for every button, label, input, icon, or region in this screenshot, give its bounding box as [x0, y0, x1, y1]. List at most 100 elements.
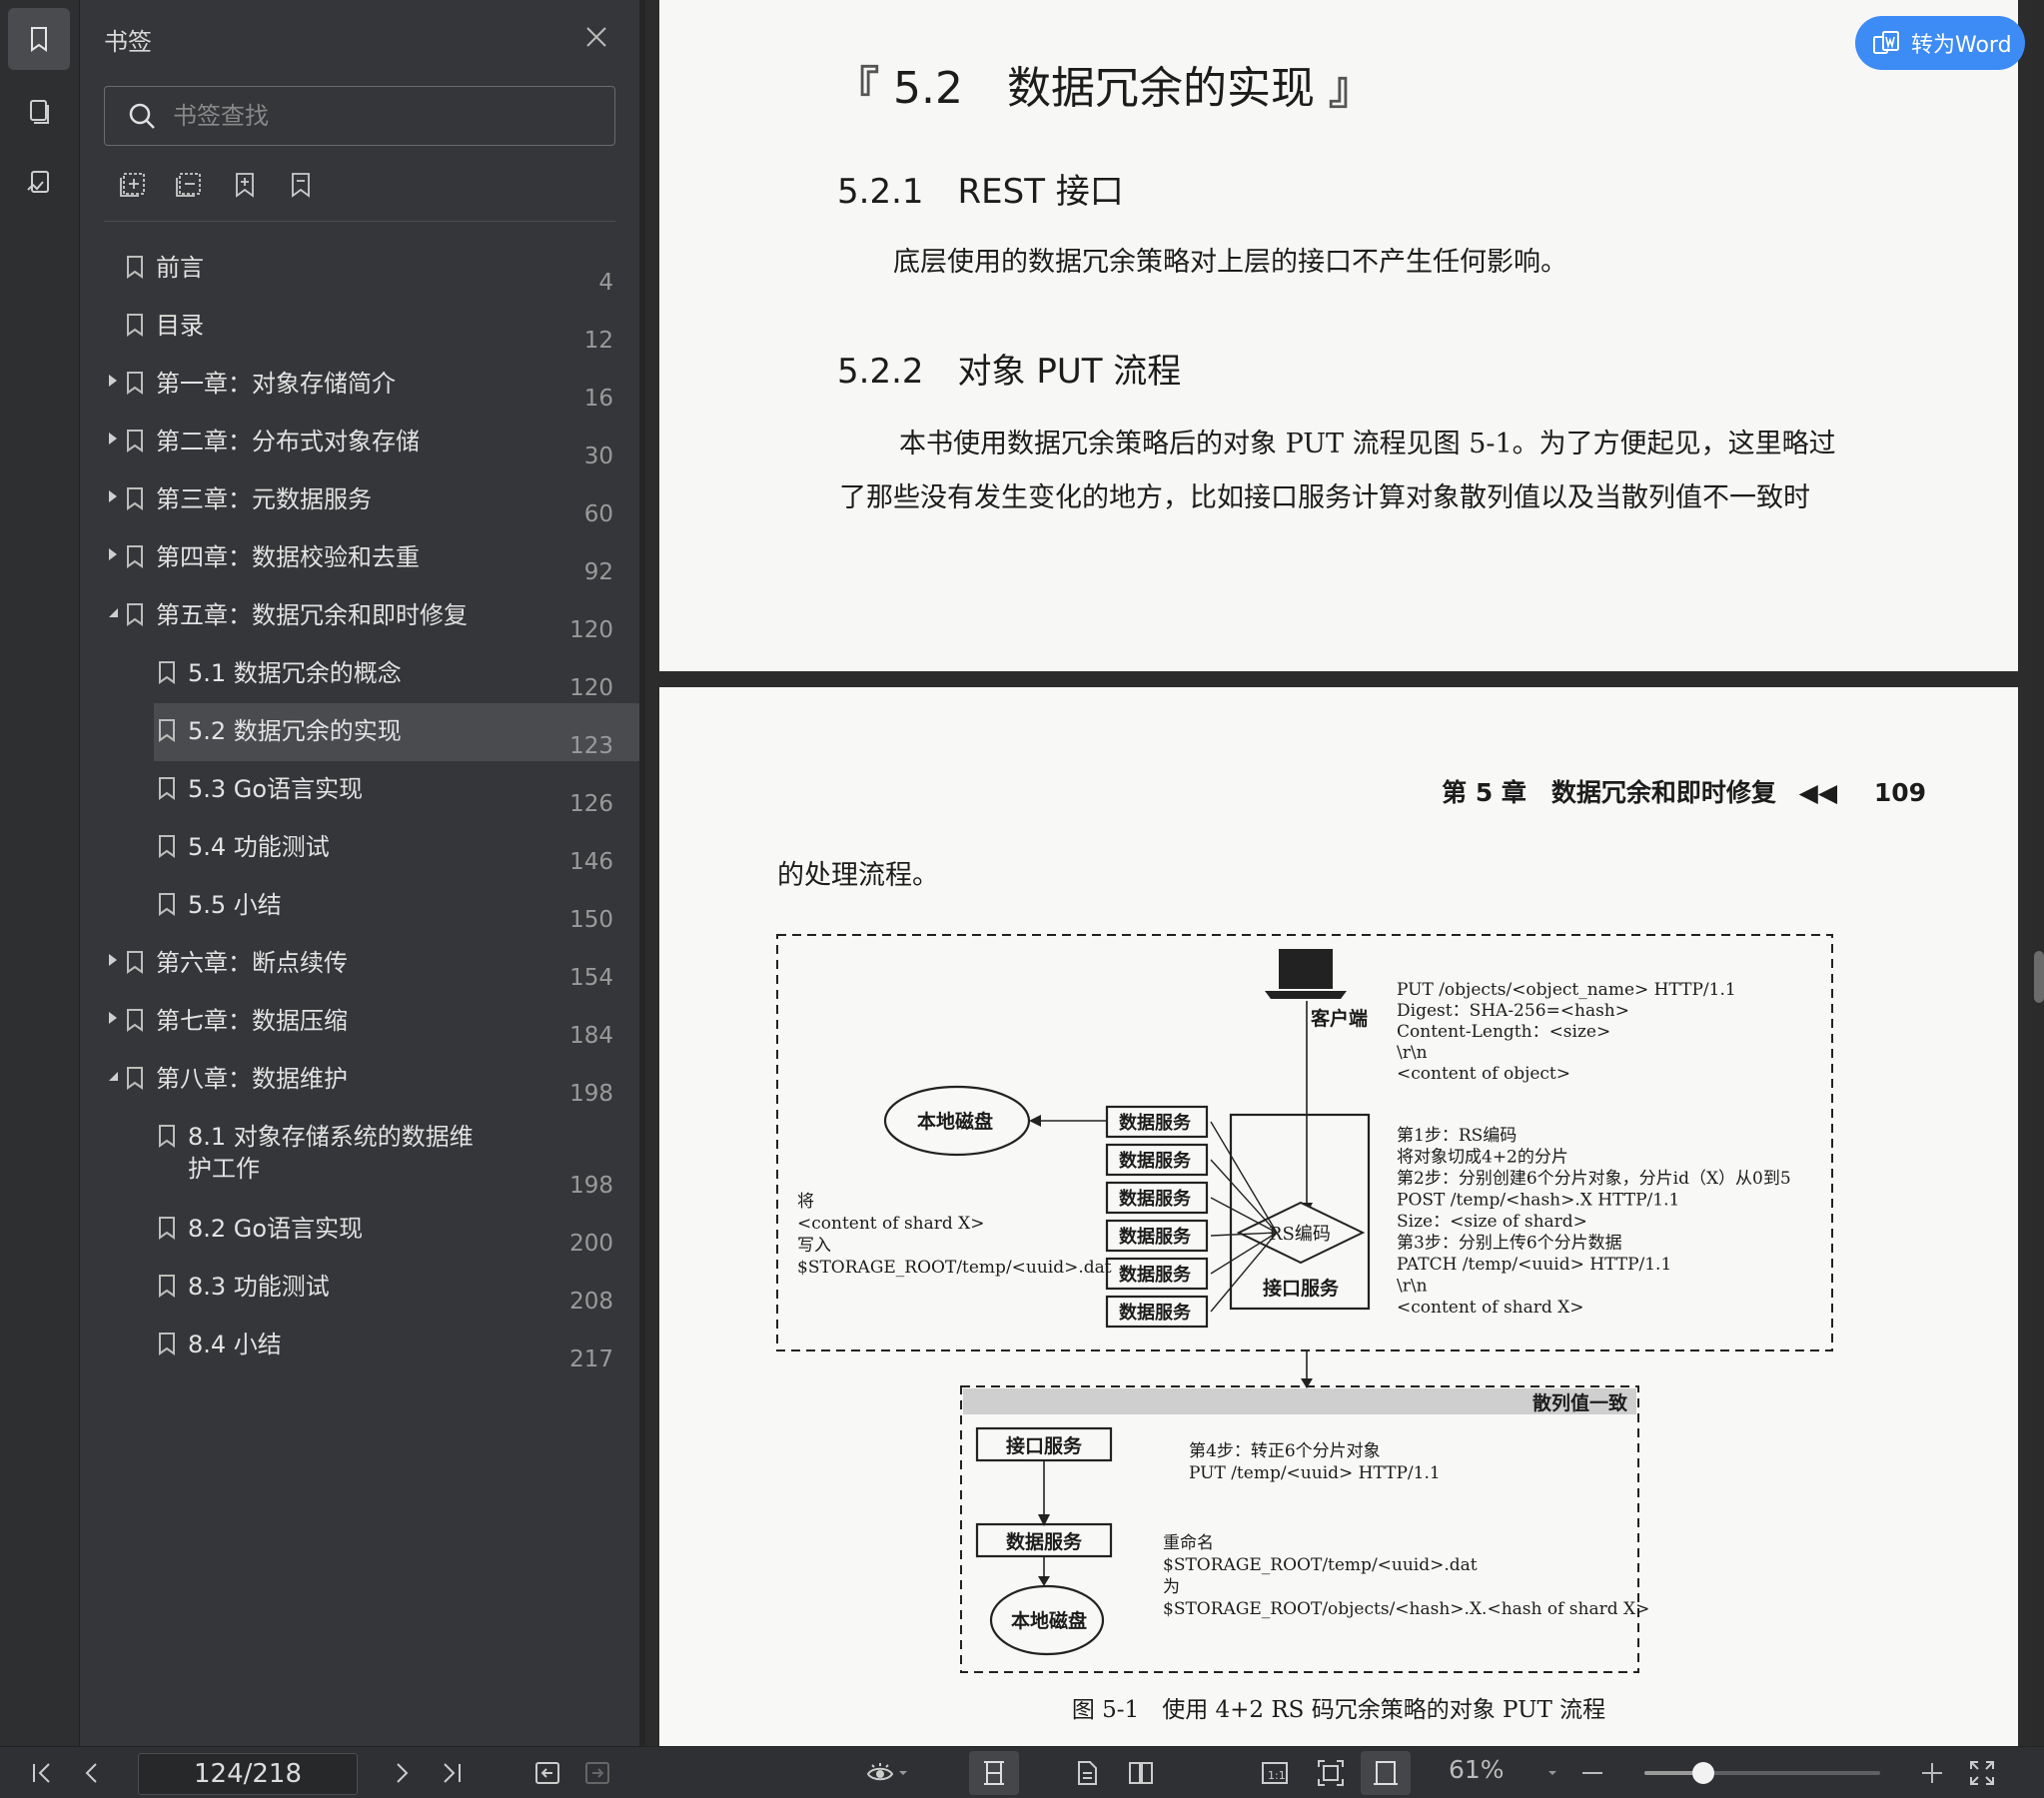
bookmark-icon	[159, 1125, 175, 1148]
bookmark-label: 8.2 Go语言实现	[188, 1215, 364, 1243]
back-icon	[535, 1762, 559, 1784]
bookmark-item[interactable]: 5.5 小结 150	[80, 877, 639, 935]
bookmark-icon	[127, 314, 143, 337]
bookmark-toolbar	[104, 170, 615, 222]
bookmark-list: 前言 4 目录 12 第一章：对象存储简介 16 第二章：分布式对象存储 30 第三章：元数据服…	[80, 240, 647, 1374]
bookmark-search[interactable]	[104, 86, 615, 146]
convert-to-word-label: 转为Word	[1911, 33, 2012, 58]
thumbnail-tab-button[interactable]	[8, 80, 70, 142]
add-bookmark-icon	[236, 173, 254, 198]
back-button[interactable]	[531, 1757, 563, 1789]
bookmark-page-number: 154	[569, 965, 613, 991]
annotation-icon	[27, 171, 49, 193]
bookmark-item[interactable]: 5.4 功能测试 146	[80, 819, 639, 877]
diagram-text-line: <content of object>	[1397, 1064, 1570, 1084]
bookmark-item[interactable]: 第五章：数据冗余和即时修复 120	[80, 587, 639, 645]
api-service-label-lower: 接口服务	[1006, 1434, 1083, 1457]
document-scrollbar[interactable]	[2034, 951, 2044, 1003]
fit-page-button[interactable]	[1315, 1757, 1347, 1789]
diagram-text-line: POST /temp/<hash>.X HTTP/1.1	[1397, 1191, 1679, 1211]
zoom-slider[interactable]	[1644, 1762, 1880, 1784]
caret-right-icon[interactable]	[106, 374, 120, 388]
bookmark-page-number: 120	[569, 675, 613, 701]
collapse-all-button[interactable]	[174, 170, 204, 200]
diagram-text-line: $STORAGE_ROOT/temp/<uuid>.dat	[1163, 1555, 1478, 1575]
figure-caption: 图 5-1 使用 4+2 RS 码冗余策略的对象 PUT 流程	[1071, 1697, 1606, 1723]
diagram-text-line: 为	[1163, 1577, 1180, 1597]
collapse-all-icon	[176, 173, 201, 197]
bookmark-item[interactable]: 8.2 Go语言实现 200	[80, 1201, 639, 1259]
page-number-input[interactable]: 124/218	[138, 1753, 358, 1795]
bookmark-item[interactable]: 第三章：元数据服务 60	[80, 471, 639, 529]
bookmark-item[interactable]: 第二章：分布式对象存储 30	[80, 414, 639, 471]
forward-button[interactable]	[581, 1757, 613, 1789]
bookmark-item[interactable]: 第八章：数据维护 198	[80, 1051, 639, 1109]
zoom-in-button[interactable]	[1916, 1757, 1948, 1789]
caret-right-icon[interactable]	[106, 953, 120, 967]
close-panel-button[interactable]	[579, 20, 613, 54]
bookmark-item[interactable]: 8.4 小结 217	[80, 1317, 639, 1374]
bookmark-item[interactable]: 目录 12	[80, 298, 639, 356]
bookmark-item[interactable]: 第一章：对象存储简介 16	[80, 356, 639, 414]
bookmark-item[interactable]: 8.3 功能测试 208	[80, 1259, 639, 1317]
add-bookmark-button[interactable]	[230, 170, 260, 200]
reading-mode-button[interactable]	[859, 1757, 913, 1789]
continuous-scroll-button[interactable]	[969, 1751, 1019, 1795]
bookmark-item[interactable]: 第四章：数据校验和去重 92	[80, 529, 639, 587]
zoom-out-button[interactable]	[1576, 1757, 1608, 1789]
zoom-slider-knob[interactable]	[1692, 1762, 1714, 1784]
expand-all-button[interactable]	[118, 170, 148, 200]
data-service-label: 数据服务	[1119, 1302, 1192, 1324]
caret-right-icon[interactable]	[106, 489, 120, 503]
bookmark-icon	[159, 719, 175, 742]
thumbnail-icon	[30, 100, 49, 124]
diagram-text-line: <content of shard X>	[1397, 1298, 1584, 1318]
heading-text: 5.2 数据冗余的实现	[893, 63, 1315, 114]
word-convert-icon	[1873, 31, 1899, 54]
request-text: PUT /objects/<object_name> HTTP/1.1Diges…	[1397, 980, 1736, 1084]
bookmark-icon	[127, 256, 143, 279]
bookmark-page-number: 198	[569, 1081, 613, 1107]
caret-right-icon[interactable]	[106, 547, 120, 561]
caret-down-icon[interactable]	[106, 1069, 120, 1083]
bookmark-page-number: 217	[569, 1347, 613, 1372]
bookmark-item[interactable]: 5.1 数据冗余的概念 120	[80, 645, 639, 703]
caret-right-icon[interactable]	[106, 1011, 120, 1025]
bookmark-icon	[159, 1275, 175, 1298]
fit-width-button[interactable]	[1361, 1751, 1411, 1795]
heading-bracket-close: 』	[1328, 63, 1373, 114]
convert-to-word-button[interactable]: 转为Word	[1855, 16, 2025, 70]
bookmark-page-number: 123	[569, 733, 613, 759]
bookmark-label: 第三章：元数据服务	[156, 485, 372, 513]
next-page-button[interactable]	[386, 1757, 418, 1789]
caret-right-icon[interactable]	[106, 432, 120, 446]
search-icon	[129, 103, 155, 129]
close-icon	[586, 27, 606, 47]
bookmark-item[interactable]: 第六章：断点续传 154	[80, 935, 639, 993]
previous-page-button[interactable]	[76, 1757, 108, 1789]
bookmark-icon	[159, 1333, 175, 1355]
zoom-level[interactable]: 61%	[1449, 1755, 1505, 1784]
zoom-dropdown-button[interactable]	[1544, 1757, 1560, 1789]
bookmark-label: 8.3 功能测试	[188, 1273, 330, 1301]
bookmark-page-number: 126	[569, 791, 613, 817]
bookmark-icon	[127, 430, 143, 452]
bookmark-item[interactable]: 前言 4	[80, 240, 639, 298]
actual-size-button[interactable]: 1:1	[1259, 1757, 1291, 1789]
first-page-button[interactable]	[26, 1757, 58, 1789]
diagram-text-line: Digest：SHA-256=<hash>	[1397, 1001, 1629, 1021]
delete-bookmark-button[interactable]	[286, 170, 316, 200]
bookmark-page-number: 30	[583, 444, 613, 469]
annotation-tab-button[interactable]	[8, 152, 70, 214]
single-page-button[interactable]	[1071, 1757, 1103, 1789]
bookmark-search-input[interactable]	[173, 102, 572, 130]
bookmark-item[interactable]: 5.2 数据冗余的实现 123	[80, 703, 647, 761]
bookmark-item[interactable]: 5.3 Go语言实现 126	[80, 761, 639, 819]
last-page-button[interactable]	[436, 1757, 468, 1789]
bookmark-item[interactable]: 8.1 对象存储系统的数据维护工作 198	[80, 1109, 639, 1201]
bookmark-tab-button[interactable]	[8, 8, 70, 70]
caret-down-icon[interactable]	[106, 605, 120, 619]
fullscreen-button[interactable]	[1966, 1757, 1998, 1789]
bookmark-item[interactable]: 第七章：数据压缩 184	[80, 993, 639, 1051]
double-page-button[interactable]	[1125, 1757, 1157, 1789]
